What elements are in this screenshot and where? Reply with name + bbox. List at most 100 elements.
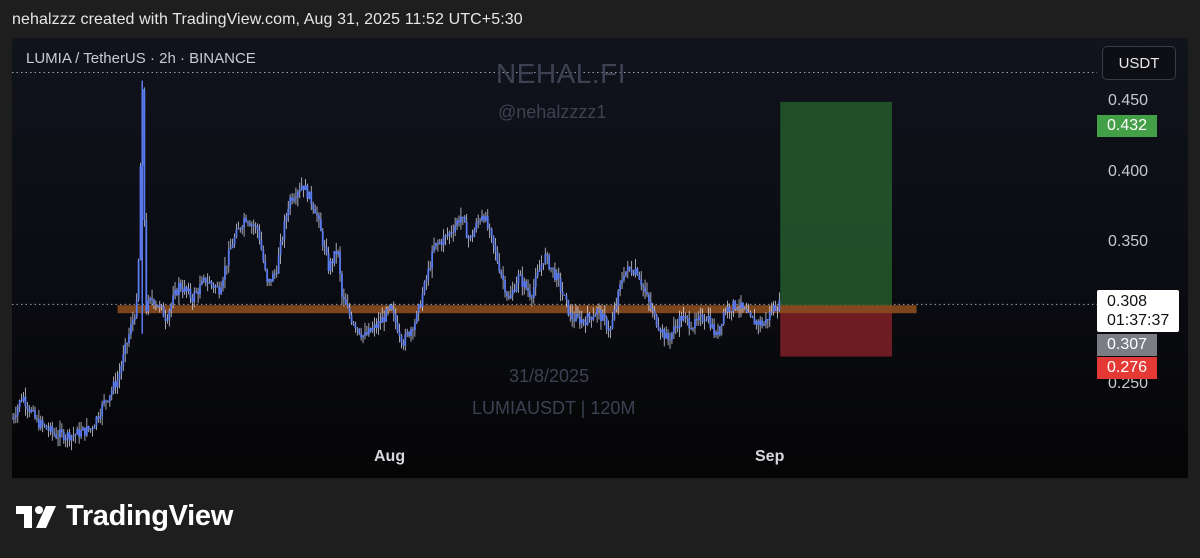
candle-body [80, 430, 82, 437]
candle-body [481, 215, 483, 221]
candle-body [603, 313, 606, 319]
candle-body [736, 308, 739, 310]
candle-body [356, 328, 359, 330]
candle-body [139, 165, 142, 261]
candle-body [36, 418, 38, 420]
chart-panel[interactable]: LUMIA / TetherUS · 2h · BINANCE USDT NEH… [12, 38, 1188, 478]
candle-body [592, 316, 595, 320]
candle-body [688, 318, 691, 329]
candle-body [26, 406, 29, 409]
candle-body [178, 282, 180, 295]
candle-body [154, 304, 157, 306]
candle-body [93, 426, 96, 429]
candle-body [575, 313, 577, 321]
candle-body [590, 317, 593, 320]
candle-body [312, 204, 315, 210]
candle-body [475, 222, 478, 231]
candle-body [552, 267, 554, 270]
candle-body [413, 322, 416, 331]
candle-body [191, 297, 194, 303]
candle-body [548, 255, 551, 270]
candle-body [291, 197, 293, 201]
footer-logo[interactable]: TradingView [16, 500, 233, 533]
candle-body [768, 311, 771, 321]
candle-body [118, 372, 121, 380]
candle-body [661, 329, 664, 333]
symbol-info[interactable]: LUMIA / TetherUS · 2h · BINANCE [26, 50, 256, 67]
candle-body [293, 198, 295, 201]
candle-body [465, 221, 468, 239]
candle-body [644, 287, 646, 292]
candle-body [37, 418, 40, 429]
candle-body [160, 305, 163, 307]
candle-body [615, 305, 618, 310]
candle-body [550, 267, 552, 270]
candle-body [373, 324, 376, 328]
candle-body [310, 191, 313, 205]
candle-body [726, 306, 729, 312]
candle-body [318, 215, 320, 220]
candle-body [507, 296, 510, 299]
candle-body [763, 323, 765, 326]
candle-body [231, 244, 234, 248]
candle-body [235, 229, 238, 238]
candle-body [366, 332, 368, 335]
stop-price-tag: 0.276 [1097, 357, 1157, 379]
candle-body [498, 261, 501, 272]
currency-button[interactable]: USDT [1102, 46, 1176, 80]
candle-body [509, 295, 512, 299]
candle-body [30, 409, 33, 412]
candle-body [715, 332, 717, 335]
candle-body [130, 324, 132, 335]
candle-body [425, 279, 428, 283]
candle-body [183, 286, 186, 293]
candle-body [220, 287, 223, 295]
candle-body [97, 416, 100, 419]
candle-body [279, 241, 282, 255]
candle-body [375, 324, 378, 328]
candle-body [164, 316, 167, 321]
candle-body [195, 291, 198, 293]
candle-body [530, 296, 533, 298]
candle-body [669, 339, 671, 341]
candle-body [110, 390, 113, 396]
candle-body [479, 220, 481, 222]
candle-body [308, 191, 311, 199]
candle-body [289, 197, 292, 209]
candle-body [45, 425, 48, 430]
candle-body [770, 311, 773, 313]
candle-body [626, 266, 629, 272]
candle-body [76, 429, 79, 435]
candle-body [287, 208, 290, 217]
candle-body [506, 292, 508, 297]
candle-body [473, 230, 476, 237]
candle-body [759, 320, 762, 326]
candle-body [162, 306, 165, 317]
candle-body [697, 316, 700, 321]
candle-body [354, 324, 357, 329]
candle-body [534, 276, 537, 288]
candle-body [128, 334, 130, 344]
candle-body [55, 434, 58, 438]
candle-body [381, 316, 384, 323]
candle-body [277, 254, 280, 274]
y-tick-label: 0.350 [1108, 233, 1149, 250]
candle-body [429, 268, 432, 270]
candle-body [266, 269, 269, 282]
candle-body [116, 379, 119, 388]
candle-body [126, 343, 129, 345]
candle-body [193, 292, 196, 303]
candle-body [362, 335, 364, 338]
current-price-tag: 0.308 01:37:37 [1097, 290, 1179, 332]
candle-body [243, 218, 246, 228]
candle-body [651, 308, 654, 311]
candle-body [699, 314, 702, 317]
candle-body [709, 315, 712, 328]
candle-body [237, 228, 240, 230]
candle-body [454, 225, 457, 232]
candle-body [24, 396, 27, 407]
candle-body [85, 426, 88, 436]
candle-body [684, 315, 687, 317]
candle-body [120, 365, 123, 373]
candle-body [678, 316, 681, 329]
